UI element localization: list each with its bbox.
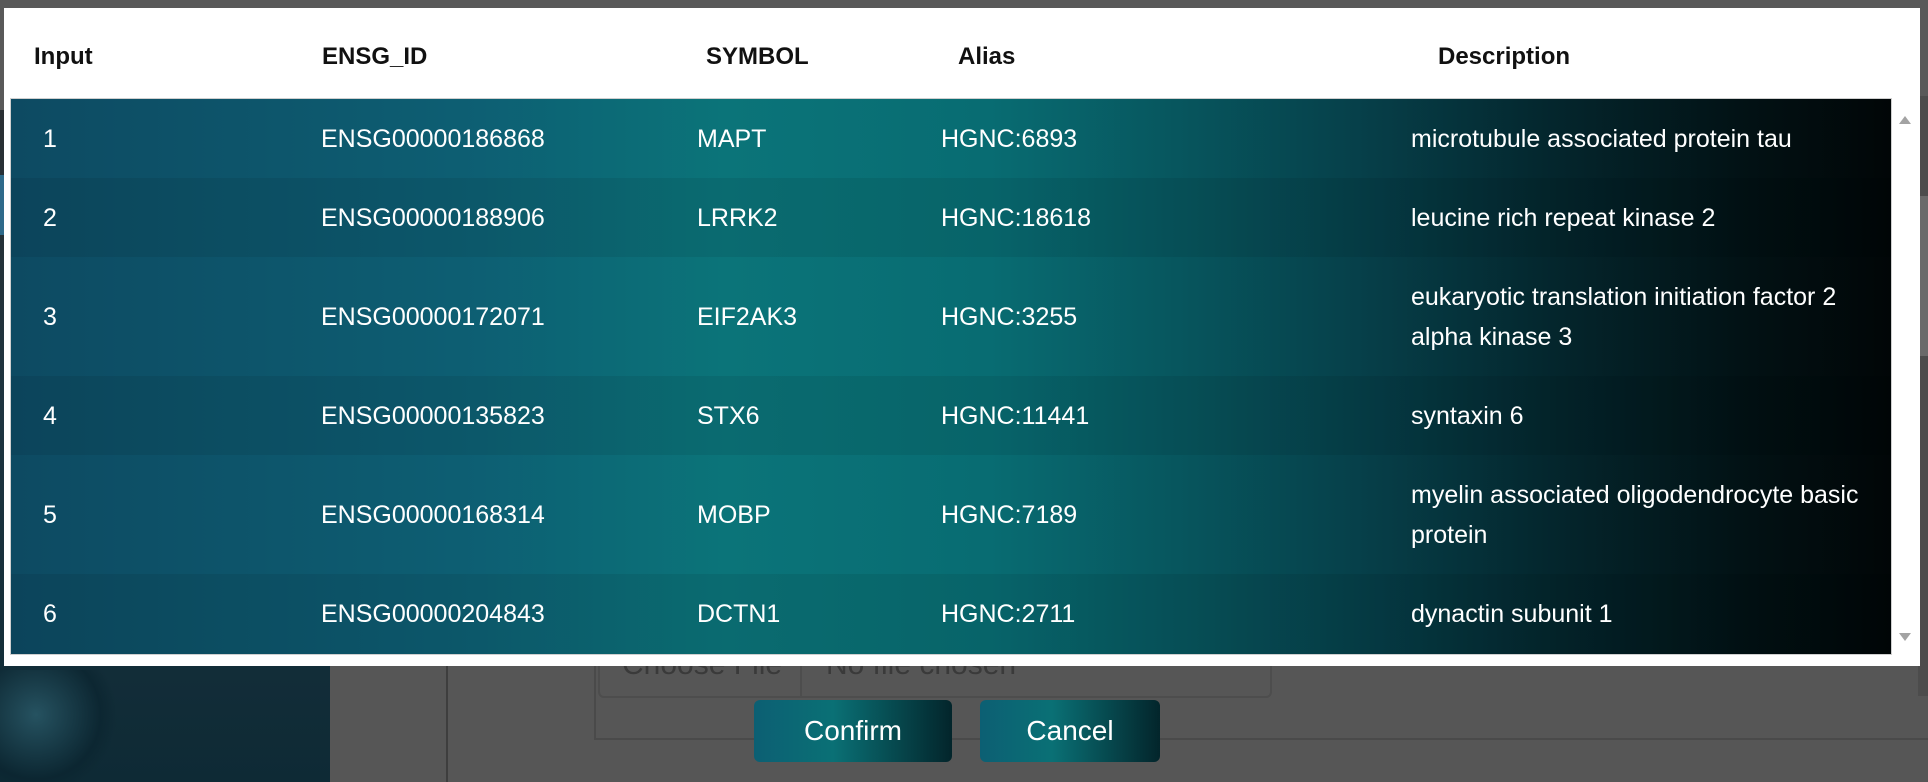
- cell-description: eukaryotic translation initiation factor…: [1411, 283, 1837, 351]
- cell-description: dynactin subunit 1: [1411, 600, 1613, 628]
- cell-ensg-id: ENSG00000172071: [321, 303, 545, 331]
- cell-alias: HGNC:7189: [941, 501, 1078, 529]
- cell-alias: HGNC:18618: [941, 204, 1092, 232]
- cell-input: 3: [43, 303, 57, 331]
- table-header: Input ENSG_ID SYMBOL Alias Description: [4, 8, 1920, 106]
- cell-input: 1: [43, 125, 57, 153]
- cell-symbol: STX6: [697, 402, 760, 430]
- table-row: 2 ENSG00000188906 LRRK2 HGNC:18618 leuci…: [11, 178, 1891, 257]
- gene-table-body[interactable]: 1 ENSG00000186868 MAPT HGNC:6893 microtu…: [10, 98, 1892, 655]
- column-header-input: Input: [34, 43, 93, 70]
- cell-input: 4: [43, 402, 57, 430]
- table-row: 6 ENSG00000204843 DCTN1 HGNC:2711 dynact…: [11, 574, 1891, 654]
- cancel-button[interactable]: Cancel: [980, 700, 1160, 762]
- cell-alias: HGNC:2711: [941, 600, 1076, 628]
- cell-symbol: MOBP: [697, 501, 771, 529]
- cell-input: 2: [43, 204, 57, 232]
- cell-alias: HGNC:6893: [941, 125, 1078, 153]
- column-header-ensg-id: ENSG_ID: [322, 43, 428, 70]
- cell-ensg-id: ENSG00000135823: [321, 402, 545, 430]
- cell-symbol: MAPT: [697, 125, 767, 153]
- table-row: 3 ENSG00000172071 EIF2AK3 HGNC:3255 euka…: [11, 257, 1891, 376]
- cell-ensg-id: ENSG00000168314: [321, 501, 545, 529]
- cell-ensg-id: ENSG00000204843: [321, 600, 545, 628]
- table-row: 5 ENSG00000168314 MOBP HGNC:7189 myelin …: [11, 455, 1891, 574]
- cell-ensg-id: ENSG00000186868: [321, 125, 545, 153]
- cell-description: leucine rich repeat kinase 2: [1411, 204, 1716, 232]
- cell-alias: HGNC:3255: [941, 303, 1078, 331]
- cell-symbol: EIF2AK3: [697, 303, 798, 331]
- cell-description: myelin associated oligodendrocyte basic …: [1411, 481, 1859, 549]
- cell-description: syntaxin 6: [1411, 402, 1524, 430]
- cell-symbol: DCTN1: [697, 600, 781, 628]
- scroll-down-arrow-icon[interactable]: [1899, 633, 1911, 641]
- cell-input: 5: [43, 501, 57, 529]
- scroll-up-arrow-icon[interactable]: [1899, 116, 1911, 124]
- background-decoration: [0, 670, 120, 782]
- cell-alias: HGNC:11441: [941, 402, 1090, 430]
- cell-ensg-id: ENSG00000188906: [321, 204, 545, 232]
- table-scrollbar[interactable]: [1894, 98, 1916, 653]
- column-header-alias: Alias: [958, 43, 1016, 70]
- cell-symbol: LRRK2: [697, 204, 778, 232]
- cell-input: 6: [43, 600, 57, 628]
- table-row: 4 ENSG00000135823 STX6 HGNC:11441 syntax…: [11, 376, 1891, 455]
- confirm-button[interactable]: Confirm: [754, 700, 952, 762]
- column-header-description: Description: [1438, 43, 1571, 70]
- table-row: 1 ENSG00000186868 MAPT HGNC:6893 microtu…: [11, 99, 1891, 178]
- cell-description: microtubule associated protein tau: [1411, 125, 1792, 153]
- column-header-symbol: SYMBOL: [706, 43, 809, 70]
